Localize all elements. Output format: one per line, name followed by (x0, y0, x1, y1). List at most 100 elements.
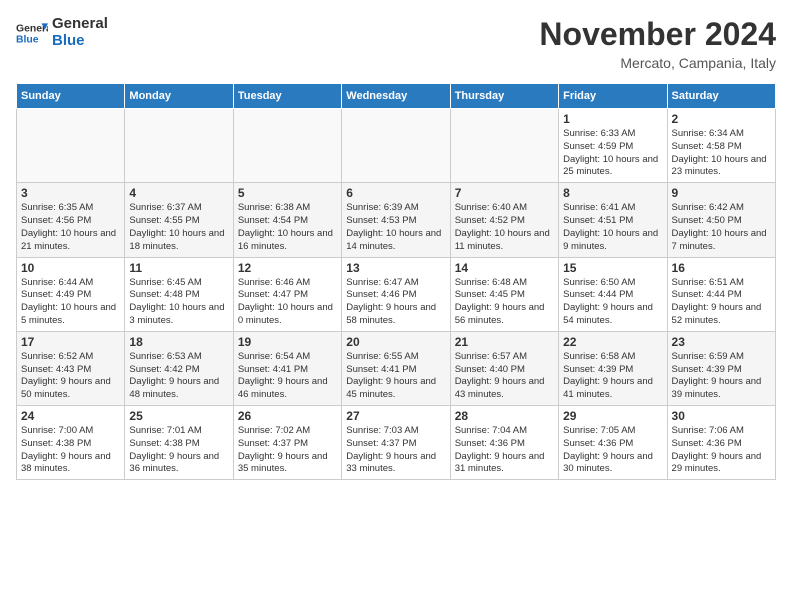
weekday-row: SundayMondayTuesdayWednesdayThursdayFrid… (17, 84, 776, 109)
calendar-week-4: 17 Sunrise: 6:52 AM Sunset: 4:43 PM Dayli… (17, 331, 776, 405)
day-number: 3 (21, 186, 120, 200)
logo-icon: General Blue (16, 17, 48, 49)
calendar-cell: 20 Sunrise: 6:55 AM Sunset: 4:41 PM Dayli… (342, 331, 450, 405)
location-text: Mercato, Campania, Italy (539, 55, 776, 71)
month-title: November 2024 (539, 16, 776, 53)
logo-general-text: General (52, 16, 108, 33)
day-number: 1 (563, 112, 662, 126)
calendar-cell: 15Sunrise: 6:50 AM Sunset: 4:44 PM Dayli… (559, 257, 667, 331)
day-info: Sunrise: 6:50 AM Sunset: 4:44 PM Dayligh… (563, 277, 662, 328)
calendar-cell: 19 Sunrise: 6:54 AM Sunset: 4:41 PM Dayli… (233, 331, 341, 405)
day-number: 18 (129, 335, 228, 349)
calendar-cell: 28 Sunrise: 7:04 AM Sunset: 4:36 PM Dayli… (450, 406, 558, 480)
day-number: 13 (346, 261, 445, 275)
calendar-cell: 11 Sunrise: 6:45 AM Sunset: 4:48 PM Dayli… (125, 257, 233, 331)
day-info: Sunrise: 6:52 AM Sunset: 4:43 PM Dayligh… (21, 351, 120, 402)
day-info: Sunrise: 6:41 AM Sunset: 4:51 PM Dayligh… (563, 202, 662, 253)
day-info: Sunrise: 7:06 AM Sunset: 4:36 PM Dayligh… (672, 425, 771, 476)
weekday-header-friday: Friday (559, 84, 667, 109)
day-info: Sunrise: 7:00 AM Sunset: 4:38 PM Dayligh… (21, 425, 120, 476)
calendar-cell: 27 Sunrise: 7:03 AM Sunset: 4:37 PM Dayli… (342, 406, 450, 480)
calendar-cell: 1 Sunrise: 6:33 AM Sunset: 4:59 PM Daylig… (559, 109, 667, 183)
page-header: General Blue General Blue November 2024 … (16, 16, 776, 71)
calendar-cell: 17 Sunrise: 6:52 AM Sunset: 4:43 PM Dayli… (17, 331, 125, 405)
day-info: Sunrise: 6:53 AM Sunset: 4:42 PM Dayligh… (129, 351, 228, 402)
day-number: 5 (238, 186, 337, 200)
calendar-cell (233, 109, 341, 183)
day-number: 4 (129, 186, 228, 200)
day-number: 2 (672, 112, 771, 126)
calendar-cell: 10 Sunrise: 6:44 AM Sunset: 4:49 PM Dayli… (17, 257, 125, 331)
calendar-week-1: 1 Sunrise: 6:33 AM Sunset: 4:59 PM Daylig… (17, 109, 776, 183)
day-number: 19 (238, 335, 337, 349)
day-info: Sunrise: 6:34 AM Sunset: 4:58 PM Dayligh… (672, 128, 771, 179)
day-info: Sunrise: 6:38 AM Sunset: 4:54 PM Dayligh… (238, 202, 337, 253)
calendar-cell: 26Sunrise: 7:02 AM Sunset: 4:37 PM Dayli… (233, 406, 341, 480)
calendar-week-2: 3 Sunrise: 6:35 AM Sunset: 4:56 PM Daylig… (17, 183, 776, 257)
weekday-header-sunday: Sunday (17, 84, 125, 109)
weekday-header-monday: Monday (125, 84, 233, 109)
calendar-cell: 30 Sunrise: 7:06 AM Sunset: 4:36 PM Dayli… (667, 406, 775, 480)
day-info: Sunrise: 6:46 AM Sunset: 4:47 PM Dayligh… (238, 277, 337, 328)
calendar-cell: 23 Sunrise: 6:59 AM Sunset: 4:39 PM Dayli… (667, 331, 775, 405)
weekday-header-wednesday: Wednesday (342, 84, 450, 109)
day-number: 25 (129, 409, 228, 423)
calendar-cell: 25Sunrise: 7:01 AM Sunset: 4:38 PM Dayli… (125, 406, 233, 480)
day-info: Sunrise: 6:55 AM Sunset: 4:41 PM Dayligh… (346, 351, 445, 402)
day-number: 8 (563, 186, 662, 200)
calendar-cell: 8 Sunrise: 6:41 AM Sunset: 4:51 PM Daylig… (559, 183, 667, 257)
day-number: 24 (21, 409, 120, 423)
day-info: Sunrise: 6:40 AM Sunset: 4:52 PM Dayligh… (455, 202, 554, 253)
day-info: Sunrise: 6:39 AM Sunset: 4:53 PM Dayligh… (346, 202, 445, 253)
day-number: 28 (455, 409, 554, 423)
calendar-cell: 29 Sunrise: 7:05 AM Sunset: 4:36 PM Dayli… (559, 406, 667, 480)
title-block: November 2024 Mercato, Campania, Italy (539, 16, 776, 71)
calendar-cell: 22Sunrise: 6:58 AM Sunset: 4:39 PM Dayli… (559, 331, 667, 405)
day-number: 14 (455, 261, 554, 275)
day-info: Sunrise: 6:58 AM Sunset: 4:39 PM Dayligh… (563, 351, 662, 402)
day-number: 30 (672, 409, 771, 423)
day-info: Sunrise: 6:33 AM Sunset: 4:59 PM Dayligh… (563, 128, 662, 179)
weekday-header-thursday: Thursday (450, 84, 558, 109)
logo-blue-text: Blue (52, 33, 108, 50)
calendar-body: 1 Sunrise: 6:33 AM Sunset: 4:59 PM Daylig… (17, 109, 776, 480)
calendar-cell (450, 109, 558, 183)
calendar-cell: 9Sunrise: 6:42 AM Sunset: 4:50 PM Daylig… (667, 183, 775, 257)
day-number: 10 (21, 261, 120, 275)
calendar-cell (125, 109, 233, 183)
day-number: 20 (346, 335, 445, 349)
day-number: 16 (672, 261, 771, 275)
day-info: Sunrise: 7:03 AM Sunset: 4:37 PM Dayligh… (346, 425, 445, 476)
day-info: Sunrise: 7:04 AM Sunset: 4:36 PM Dayligh… (455, 425, 554, 476)
weekday-header-tuesday: Tuesday (233, 84, 341, 109)
day-number: 6 (346, 186, 445, 200)
calendar-cell: 14 Sunrise: 6:48 AM Sunset: 4:45 PM Dayli… (450, 257, 558, 331)
day-number: 26 (238, 409, 337, 423)
day-info: Sunrise: 6:44 AM Sunset: 4:49 PM Dayligh… (21, 277, 120, 328)
day-number: 23 (672, 335, 771, 349)
calendar-cell: 24 Sunrise: 7:00 AM Sunset: 4:38 PM Dayli… (17, 406, 125, 480)
day-info: Sunrise: 6:35 AM Sunset: 4:56 PM Dayligh… (21, 202, 120, 253)
day-info: Sunrise: 6:42 AM Sunset: 4:50 PM Dayligh… (672, 202, 771, 253)
calendar-cell: 12 Sunrise: 6:46 AM Sunset: 4:47 PM Dayli… (233, 257, 341, 331)
day-info: Sunrise: 6:45 AM Sunset: 4:48 PM Dayligh… (129, 277, 228, 328)
day-number: 27 (346, 409, 445, 423)
day-info: Sunrise: 6:59 AM Sunset: 4:39 PM Dayligh… (672, 351, 771, 402)
day-number: 7 (455, 186, 554, 200)
day-info: Sunrise: 6:47 AM Sunset: 4:46 PM Dayligh… (346, 277, 445, 328)
calendar-cell: 3 Sunrise: 6:35 AM Sunset: 4:56 PM Daylig… (17, 183, 125, 257)
day-info: Sunrise: 7:05 AM Sunset: 4:36 PM Dayligh… (563, 425, 662, 476)
day-number: 29 (563, 409, 662, 423)
calendar-week-5: 24 Sunrise: 7:00 AM Sunset: 4:38 PM Dayli… (17, 406, 776, 480)
calendar-cell: 7 Sunrise: 6:40 AM Sunset: 4:52 PM Daylig… (450, 183, 558, 257)
day-info: Sunrise: 6:37 AM Sunset: 4:55 PM Dayligh… (129, 202, 228, 253)
calendar-cell: 21Sunrise: 6:57 AM Sunset: 4:40 PM Dayli… (450, 331, 558, 405)
day-number: 12 (238, 261, 337, 275)
day-info: Sunrise: 6:54 AM Sunset: 4:41 PM Dayligh… (238, 351, 337, 402)
calendar-cell: 18 Sunrise: 6:53 AM Sunset: 4:42 PM Dayli… (125, 331, 233, 405)
day-info: Sunrise: 6:48 AM Sunset: 4:45 PM Dayligh… (455, 277, 554, 328)
day-info: Sunrise: 6:57 AM Sunset: 4:40 PM Dayligh… (455, 351, 554, 402)
calendar-cell: 5 Sunrise: 6:38 AM Sunset: 4:54 PM Daylig… (233, 183, 341, 257)
day-number: 17 (21, 335, 120, 349)
day-number: 11 (129, 261, 228, 275)
